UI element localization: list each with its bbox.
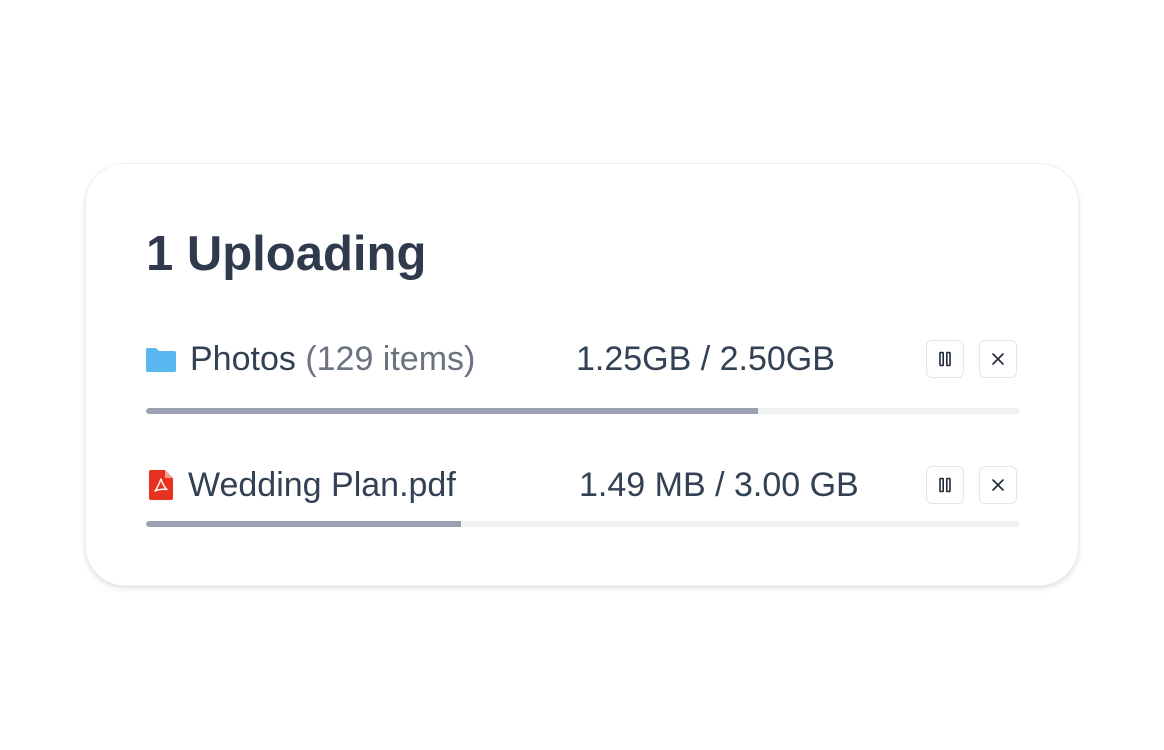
pause-icon: [939, 351, 951, 367]
folder-icon: [146, 345, 176, 375]
progress-bar: [146, 521, 1020, 527]
upload-item-wedding-plan: Wedding Plan.pdf 1.49 MB / 3.00 GB: [146, 464, 1020, 534]
progress-fill: [146, 408, 758, 414]
pause-button[interactable]: [926, 340, 964, 378]
cancel-button[interactable]: [979, 340, 1017, 378]
upload-item-size: 1.49 MB / 3.00 GB: [579, 466, 859, 504]
upload-item-size: 1.25GB / 2.50GB: [576, 340, 835, 378]
upload-item-photos: Photos (129 items) 1.25GB / 2.50GB: [146, 338, 1020, 414]
progress-bar: [146, 408, 1020, 414]
upload-item-name: Wedding Plan.pdf: [188, 466, 456, 504]
upload-item-name: Photos (129 items): [190, 338, 475, 380]
upload-item-name-text: Photos: [190, 340, 296, 378]
pause-icon: [939, 477, 951, 493]
upload-panel: 1 Uploading Photos (129 items) 1.25GB / …: [85, 163, 1079, 586]
cancel-button[interactable]: [979, 466, 1017, 504]
close-icon: [992, 353, 1004, 365]
pdf-icon: [147, 470, 177, 500]
pause-button[interactable]: [926, 466, 964, 504]
close-icon: [992, 479, 1004, 491]
progress-fill: [146, 521, 461, 527]
upload-panel-title: 1 Uploading: [146, 227, 427, 281]
upload-item-count: (129 items): [305, 340, 476, 378]
